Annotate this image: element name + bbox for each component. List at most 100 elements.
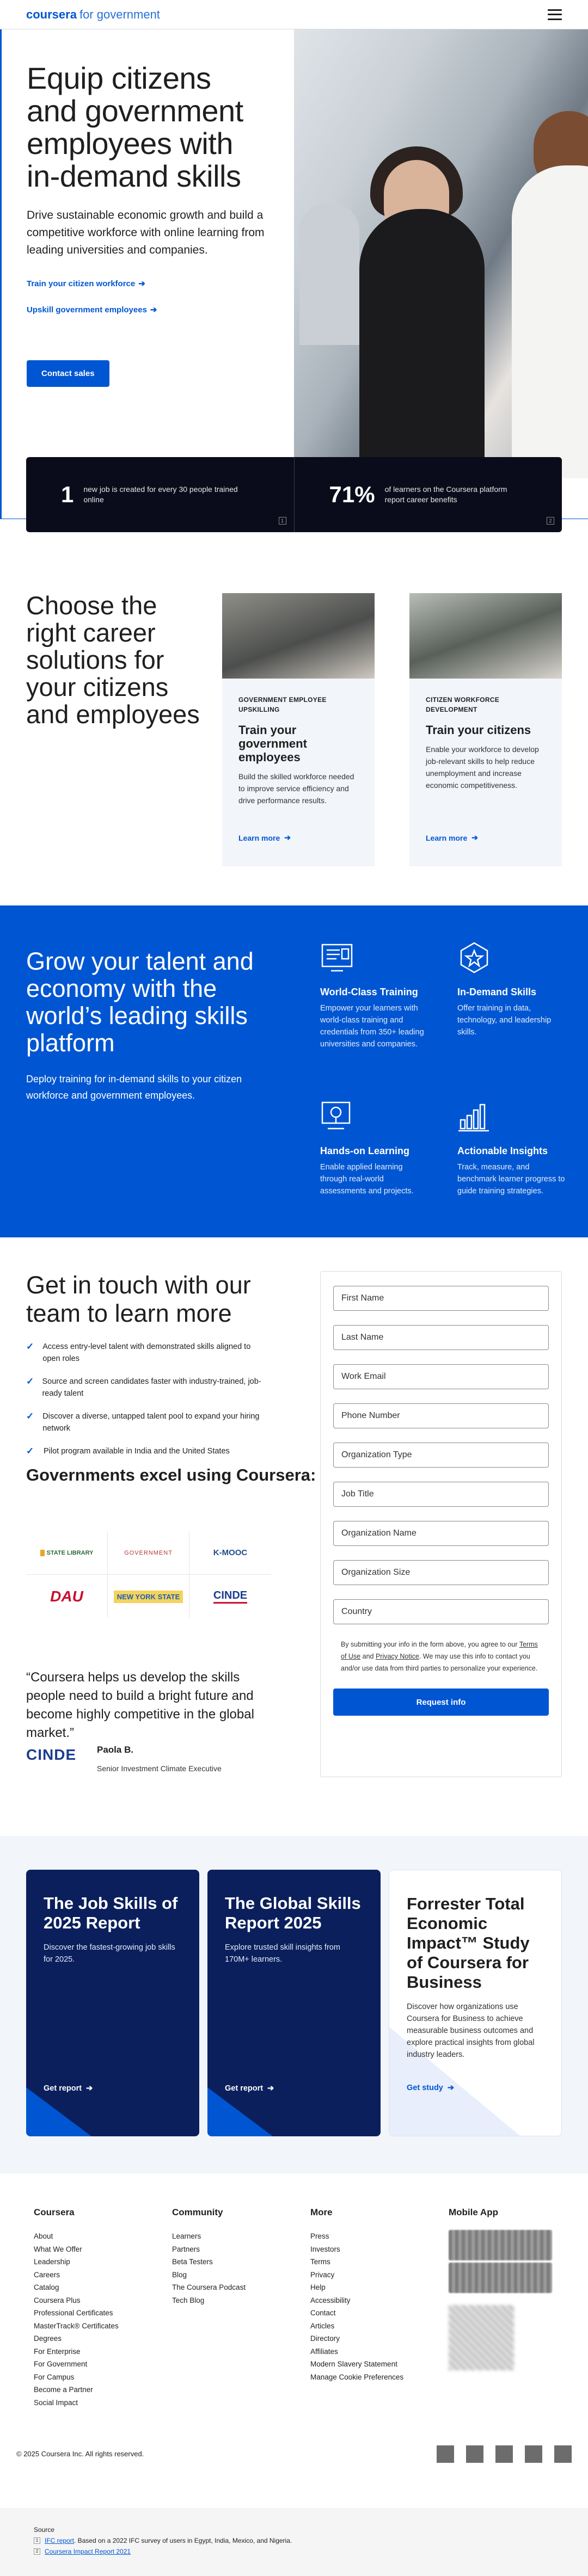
footnote-ref[interactable]: 2	[547, 517, 554, 525]
card-title: Train your government employees	[238, 723, 307, 764]
footer-more-link[interactable]: Contact	[310, 2307, 441, 2320]
phone-number-field[interactable]: Phone Number	[333, 1403, 549, 1428]
app-store-badge[interactable]	[449, 2230, 552, 2260]
footer-more-link[interactable]: Accessibility	[310, 2294, 441, 2307]
stat-number: 1	[61, 482, 74, 507]
youtube-icon[interactable]	[525, 2445, 542, 2463]
stat-number: 71%	[329, 482, 375, 507]
arrow-right-icon: ➔	[471, 833, 478, 842]
card-kicker: GOVERNMENT EMPLOYEE UPSKILLING	[238, 696, 327, 713]
impact-report-link[interactable]: Coursera Impact Report 2021	[45, 2546, 131, 2557]
footer-heading: More	[310, 2207, 333, 2217]
training-screen-icon	[321, 944, 353, 972]
solution-card-citizens[interactable]: CITIZEN WORKFORCE DEVELOPMENT Train your…	[409, 593, 562, 866]
upskill-employees-link[interactable]: Upskill government employees ➔	[27, 305, 269, 315]
privacy-notice: By submitting your info in the form abov…	[333, 1638, 549, 1674]
learn-more-link[interactable]: Learn more ➔	[426, 833, 478, 842]
footer-community-link[interactable]: Blog	[172, 2269, 303, 2282]
stat-item: 71% of learners on the Coursera platform…	[295, 457, 562, 532]
footer-coursera-link[interactable]: Social Impact	[34, 2396, 164, 2409]
organization-type-select[interactable]: Organization Type	[333, 1443, 549, 1468]
report-card[interactable]: Forrester Total Economic Impact™ Study o…	[389, 1870, 562, 2136]
footer-more-link[interactable]: Help	[310, 2281, 441, 2294]
footer-coursera-link[interactable]: For Campus	[34, 2371, 164, 2384]
footer-community-link[interactable]: The Coursera Podcast	[172, 2281, 303, 2294]
feature-text: Empower your learners with world-class t…	[320, 1004, 424, 1049]
card-image	[409, 593, 562, 679]
footer-coursera-link[interactable]: Professional Certificates	[34, 2307, 164, 2320]
footer-more-link[interactable]: Directory	[310, 2332, 441, 2345]
footer-more-link[interactable]: Terms	[310, 2255, 441, 2269]
report-card[interactable]: The Job Skills of 2025 Report Discover t…	[26, 1870, 199, 2136]
report-card[interactable]: The Global Skills Report 2025 Explore tr…	[207, 1870, 381, 2136]
linkedin-icon[interactable]	[466, 2445, 483, 2463]
report-text: Explore trusted skill insights from 170M…	[225, 1943, 340, 1964]
ifc-report-link[interactable]: IFC report	[45, 2537, 74, 2544]
arrow-right-icon: ➔	[447, 2084, 455, 2092]
dau-logo: DAU	[26, 1575, 108, 1618]
footer-coursera-link[interactable]: Become a Partner	[34, 2383, 164, 2396]
footer-more-link[interactable]: Press	[310, 2230, 441, 2243]
footer-more-link[interactable]: Manage Cookie Preferences	[310, 2371, 441, 2384]
footer-community-link[interactable]: Tech Blog	[172, 2294, 303, 2307]
footer-coursera-link[interactable]: For Enterprise	[34, 2345, 164, 2358]
footer-more-link[interactable]: Privacy	[310, 2269, 441, 2282]
last-name-field[interactable]: Last Name	[333, 1325, 549, 1350]
footer-coursera-link[interactable]: Catalog	[34, 2281, 164, 2294]
footer-coursera-link[interactable]: Coursera Plus	[34, 2294, 164, 2307]
card-kicker: CITIZEN WORKFORCE DEVELOPMENT	[426, 696, 500, 713]
work-email-field[interactable]: Work Email	[333, 1364, 549, 1389]
feature-title: In-Demand Skills	[457, 987, 537, 997]
bar-chart-icon	[458, 1104, 489, 1132]
footer-coursera-link[interactable]: Degrees	[34, 2332, 164, 2345]
hamburger-menu-icon[interactable]	[548, 9, 562, 20]
learn-more-label: Learn more	[238, 833, 280, 842]
feature-text: Offer training in data, technology, and …	[457, 1004, 552, 1037]
footer-more-link[interactable]: Articles	[310, 2320, 441, 2333]
footer-community-link[interactable]: Partners	[172, 2243, 303, 2256]
report-title: The Global Skills Report 2025	[225, 1894, 361, 1932]
request-info-button[interactable]: Request info	[333, 1688, 549, 1716]
privacy-link[interactable]: Privacy Notice	[376, 1653, 419, 1660]
footer-coursera-link[interactable]: MasterTrack® Certificates	[34, 2320, 164, 2333]
organization-name-field[interactable]: Organization Name	[333, 1521, 549, 1546]
footer-community-link[interactable]: Beta Testers	[172, 2255, 303, 2269]
organization-size-select[interactable]: Organization Size	[333, 1560, 549, 1585]
footer-links: Press Investors Terms Privacy Help Accessibil…	[310, 2230, 441, 2383]
stat-text: of learners on the Coursera platform rep…	[384, 485, 507, 504]
train-citizen-link[interactable]: Train your citizen workforce ➔	[27, 279, 269, 289]
features-band: Grow your talent and economy with the wo…	[0, 905, 588, 1237]
get-study-link[interactable]: Get study ➔	[407, 2084, 454, 2092]
footer-more-link[interactable]: Affiliates	[310, 2345, 441, 2358]
twitter-icon[interactable]	[495, 2445, 513, 2463]
contact-sales-button[interactable]: Contact sales	[27, 360, 109, 387]
feature-text: Track, measure, and benchmark learner pr…	[457, 1163, 565, 1195]
country-select[interactable]: Country	[333, 1599, 549, 1624]
footer-more-link[interactable]: Investors	[310, 2243, 441, 2256]
partner-logos: STATE LIBRARY GOVERNMENT K-MOOC DAU NEW …	[26, 1531, 271, 1618]
feature-world-class: World-Class Training Empower your learne…	[320, 941, 429, 1050]
hero-image	[294, 29, 588, 478]
benefit-item: ✓ Pilot program available in India and th…	[26, 1445, 266, 1457]
feature-title: World-Class Training	[320, 987, 418, 997]
solution-card-employees[interactable]: GOVERNMENT EMPLOYEE UPSKILLING Train you…	[222, 593, 375, 866]
footnote-ref[interactable]: 1	[278, 517, 286, 525]
footer-more-link[interactable]: Modern Slavery Statement	[310, 2358, 441, 2371]
learn-more-link[interactable]: Learn more ➔	[238, 833, 291, 842]
instagram-icon[interactable]	[554, 2445, 572, 2463]
coursera-logo[interactable]: coursera for government	[26, 8, 160, 22]
report-title: Forrester Total Economic Impact™ Study o…	[407, 1894, 530, 1992]
facebook-icon[interactable]	[437, 2445, 454, 2463]
footer-coursera-link[interactable]: Careers	[34, 2269, 164, 2282]
footer-coursera-link[interactable]: About	[34, 2230, 164, 2243]
feature-insights: Actionable Insights Track, measure, and …	[457, 1100, 566, 1197]
footer-community-link[interactable]: Learners	[172, 2230, 303, 2243]
google-play-badge[interactable]	[449, 2263, 552, 2293]
footer-coursera-link[interactable]: For Government	[34, 2358, 164, 2371]
hero-section: Equip citizens and government employees …	[0, 29, 588, 532]
feature-text: Enable applied learning through real-wor…	[320, 1163, 414, 1195]
job-title-field[interactable]: Job Title	[333, 1482, 549, 1507]
first-name-field[interactable]: First Name	[333, 1286, 549, 1311]
footer-coursera-link[interactable]: Leadership	[34, 2255, 164, 2269]
footer-coursera-link[interactable]: What We Offer	[34, 2243, 164, 2256]
